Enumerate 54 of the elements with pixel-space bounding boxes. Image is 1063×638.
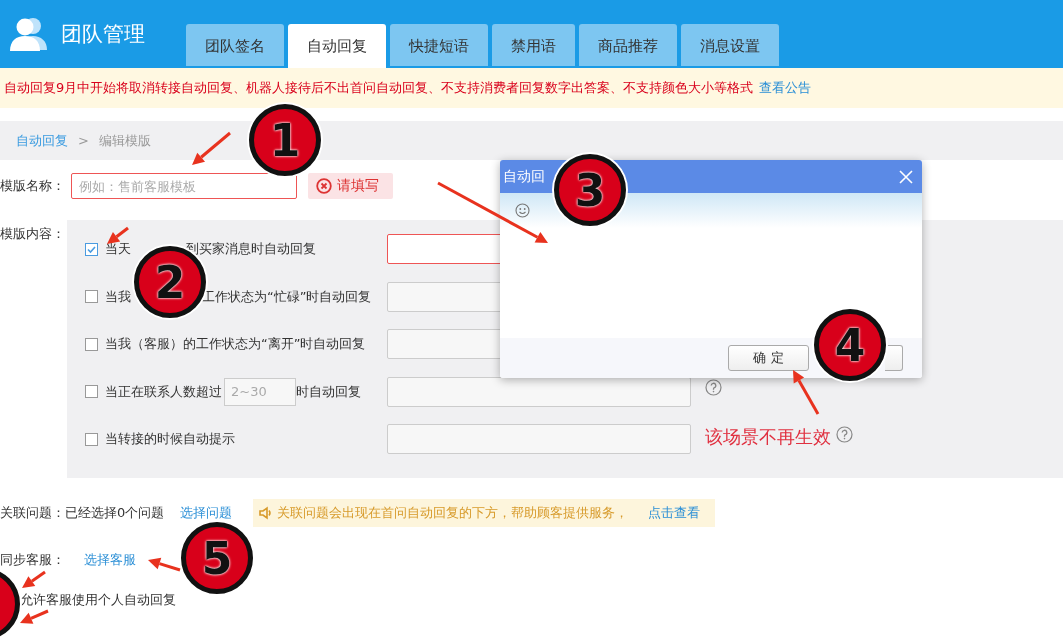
rule-label: 当正在联系人数超过 (105, 382, 222, 401)
rule-label: 当我 (105, 287, 131, 306)
help-icon[interactable] (836, 426, 853, 443)
field-label: 关联问题： (0, 504, 65, 522)
option-label: 允许客服使用个人自动回复 (20, 591, 176, 609)
threshold-input[interactable]: 2~30 (224, 377, 296, 406)
arrow (148, 557, 181, 572)
nav-tab[interactable]: 快捷短语 (390, 24, 488, 66)
selection-status: 已经选择0个问题 (65, 504, 165, 522)
checkbox[interactable] (85, 432, 98, 446)
error-icon (316, 178, 332, 194)
arrow (20, 609, 49, 624)
field-label: 同步客服： (0, 551, 66, 569)
select-questions-link[interactable]: 选择问题 (180, 504, 233, 522)
tip-text: 关联问题会出现在首问自动回复的下方，帮助顾客提供服务， (277, 504, 629, 522)
nav-tab[interactable]: 商品推荐 (579, 24, 677, 66)
reply-input[interactable] (387, 376, 691, 407)
rule-label: 当我（客服）的工作状态为“离开”时自动回复 (105, 335, 366, 353)
help-icon[interactable] (705, 378, 722, 396)
rule-label: 当天 (105, 240, 131, 258)
rule-label: 时自动回复 (296, 382, 361, 401)
checkbox[interactable] (85, 337, 98, 351)
nav-tab[interactable]: 团队签名 (186, 24, 284, 66)
step-marker: 1 (249, 104, 321, 176)
field-label: 模版名称： (0, 177, 66, 195)
template-name-input[interactable]: 例如：售前客服模板 (71, 173, 297, 199)
select-agents-link[interactable]: 选择客服 (84, 551, 136, 569)
speaker-icon (259, 506, 274, 520)
smiley-icon[interactable] (515, 203, 530, 218)
arrow (192, 131, 231, 165)
arrow (22, 570, 46, 588)
rule-label: 当转接的时候自动提示 (105, 430, 235, 448)
users-icon (9, 16, 49, 52)
step-marker: 5 (181, 522, 253, 594)
notice-text: 自动回复9月中开始将取消转接自动回复、机器人接待后不出首问自动回复、不支持消费者回复数字出答案、不支持颜色大小等格式 (4, 79, 754, 97)
reply-input[interactable] (387, 424, 691, 454)
error-badge: 请填写 (308, 173, 393, 199)
checkbox[interactable] (85, 242, 98, 256)
breadcrumb-separator: > (78, 133, 89, 148)
arrow (107, 226, 129, 244)
nav-tab[interactable]: 禁用语 (492, 24, 575, 66)
nav-tab[interactable]: 消息设置 (681, 24, 779, 66)
arrow (793, 370, 820, 415)
app-title: 团队管理 (61, 21, 145, 48)
nav-tab[interactable]: 自动回复 (288, 24, 386, 68)
field-label: 模版内容： (0, 225, 66, 243)
deprecated-note: 该场景不再生效 (705, 425, 831, 449)
confirm-button[interactable]: 确 定 (728, 345, 809, 371)
checkbox[interactable] (85, 290, 98, 303)
checkbox[interactable] (85, 385, 98, 398)
dialog-button[interactable] (885, 345, 903, 371)
close-icon[interactable] (899, 169, 913, 184)
breadcrumb-current: 编辑模版 (98, 131, 151, 150)
dialog-title: 自动回 (503, 167, 545, 186)
